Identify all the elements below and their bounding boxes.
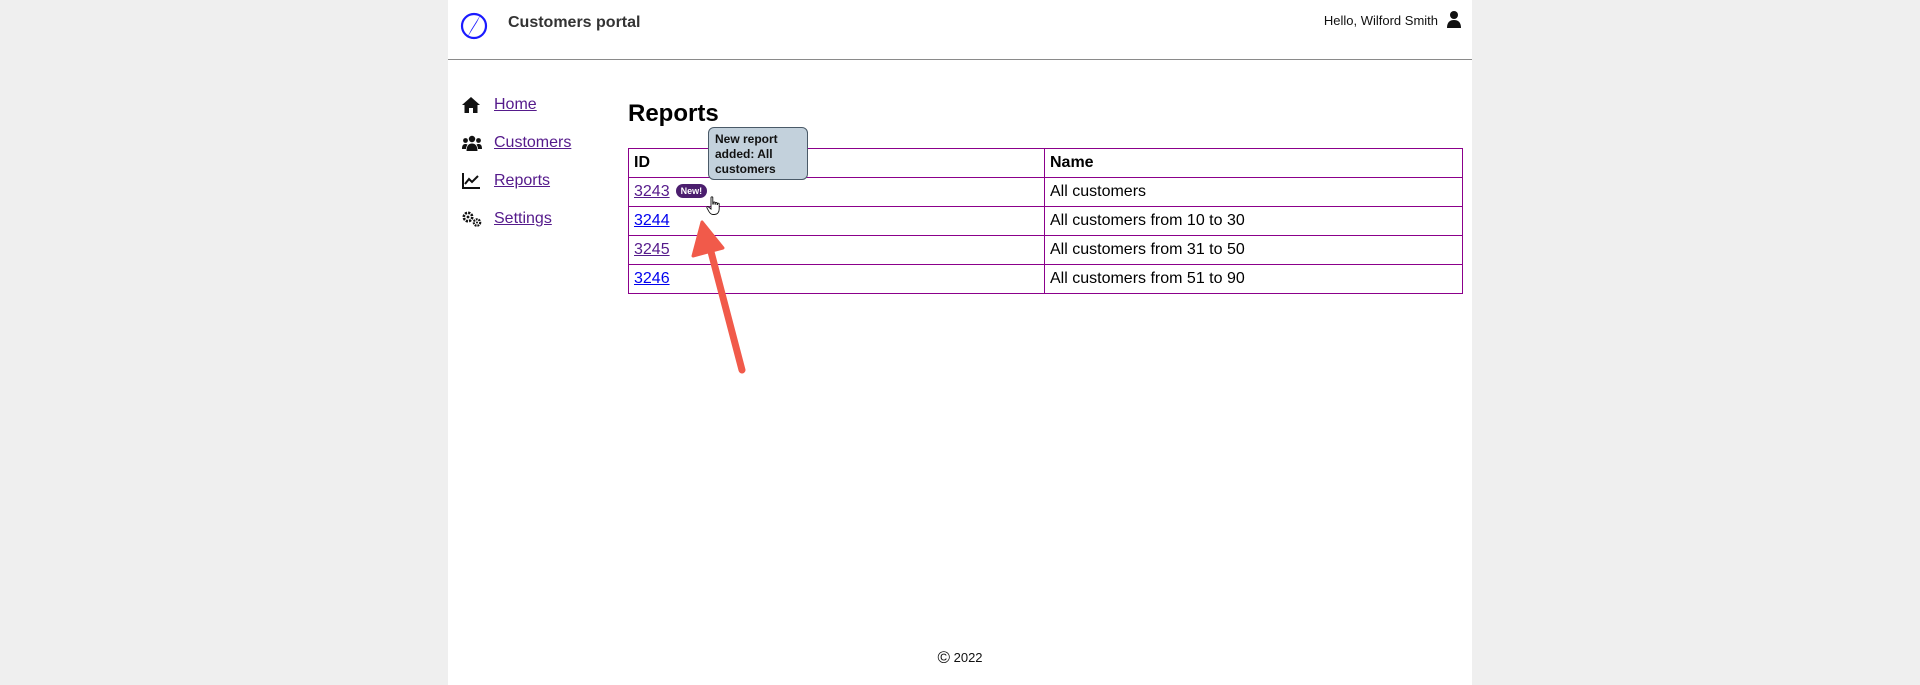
table-row: 3246 All customers from 51 to 90 [628, 264, 1463, 294]
sidebar-item-label[interactable]: Settings [494, 210, 552, 228]
page: Customers portal Hello, Wilford Smith Ho… [448, 0, 1472, 685]
sidebar-item-label[interactable]: Home [494, 96, 537, 114]
sidebar-item-home[interactable]: Home [462, 86, 612, 124]
gears-icon [462, 209, 484, 229]
name-cell: All customers from 31 to 50 [1044, 235, 1463, 265]
footer-year: 2022 [953, 650, 983, 665]
new-report-tooltip: New report added: All customers [708, 127, 808, 180]
header: Customers portal Hello, Wilford Smith [448, 0, 1472, 60]
page-title: Reports [628, 100, 719, 127]
footer: © 2022 [448, 648, 1472, 668]
main-content: Reports [628, 100, 719, 128]
home-icon [462, 95, 484, 115]
user-icon[interactable] [1446, 10, 1462, 28]
user-greeting: Hello, Wilford Smith [1323, 13, 1438, 28]
report-id-link[interactable]: 3243 [634, 183, 670, 200]
report-id-link[interactable]: 3246 [634, 270, 670, 287]
id-cell: 3246 [628, 264, 1045, 294]
report-id-link[interactable]: 3244 [634, 212, 670, 229]
sidebar-item-reports[interactable]: Reports [462, 162, 612, 200]
report-id-link[interactable]: 3245 [634, 241, 670, 258]
column-header-id: ID [628, 148, 1045, 178]
sidebar-item-label[interactable]: Reports [494, 172, 550, 190]
id-cell: 3243 New! [628, 177, 1045, 207]
name-cell: All customers from 10 to 30 [1044, 206, 1463, 236]
hand-cursor-icon [706, 196, 720, 215]
column-header-name: Name [1044, 148, 1463, 178]
app-title: Customers portal [508, 14, 641, 31]
id-cell: 3245 [628, 235, 1045, 265]
table-row: 3245 All customers from 31 to 50 [628, 235, 1463, 265]
sidebar-item-customers[interactable]: Customers [462, 124, 612, 162]
sidebar-item-settings[interactable]: Settings [462, 200, 612, 238]
copyright-icon: © [937, 648, 950, 667]
sidebar: Home Customers Reports Settings [462, 86, 612, 238]
id-cell: 3244 [628, 206, 1045, 236]
table-row: 3243 New! All customers [628, 177, 1463, 207]
name-cell: All customers [1044, 177, 1463, 207]
sidebar-item-label[interactable]: Customers [494, 134, 571, 152]
name-cell: All customers from 51 to 90 [1044, 264, 1463, 294]
compass-logo-icon[interactable] [458, 10, 490, 42]
table-row: 3244 All customers from 10 to 30 [628, 206, 1463, 236]
chart-line-icon [462, 171, 484, 191]
new-badge[interactable]: New! [675, 184, 708, 198]
users-icon [462, 133, 484, 153]
